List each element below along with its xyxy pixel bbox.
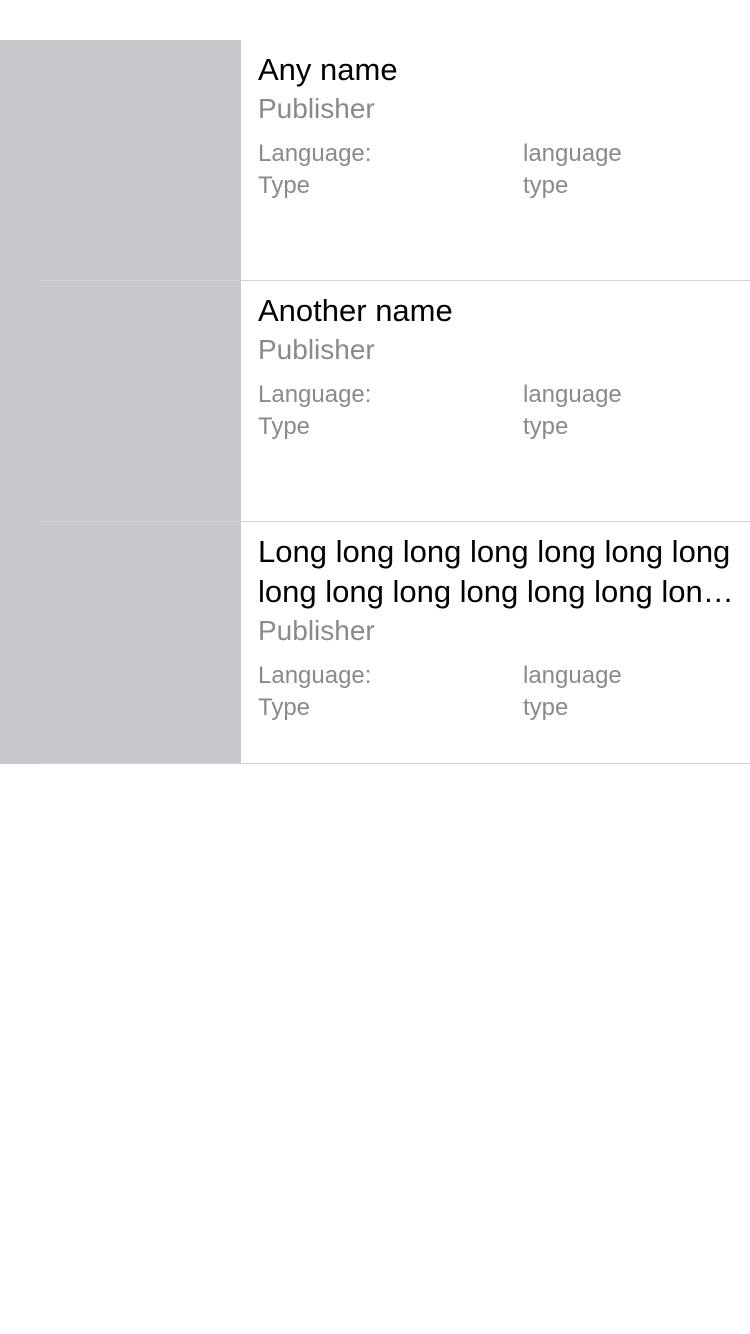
- book-info: Any name Publisher Language: language Ty…: [258, 50, 742, 202]
- type-value: type: [523, 172, 569, 199]
- book-cover-placeholder: [0, 40, 241, 281]
- book-details: Language: language Type type: [258, 138, 742, 202]
- language-label: Language:: [258, 381, 372, 408]
- book-details: Language: language Type type: [258, 379, 742, 443]
- book-row[interactable]: Any name Publisher Language: language Ty…: [0, 40, 750, 281]
- book-publisher: Publisher: [258, 334, 375, 365]
- language-value: language: [523, 662, 622, 689]
- type-label: Type: [258, 694, 311, 721]
- language-value: language: [523, 381, 622, 408]
- type-value: type: [523, 694, 569, 721]
- book-title: Another name: [258, 293, 453, 328]
- book-cover-placeholder: [0, 281, 241, 522]
- book-info: Long long long long long long long long …: [258, 532, 742, 724]
- book-publisher: Publisher: [258, 93, 375, 124]
- book-details: Language: language Type type: [258, 660, 742, 724]
- language-label: Language:: [258, 662, 372, 689]
- type-label: Type: [258, 413, 311, 440]
- book-title: Long long long long long long long long …: [258, 534, 731, 609]
- book-list: Any name Publisher Language: language Ty…: [0, 40, 750, 764]
- book-row[interactable]: Another name Publisher Language: languag…: [0, 281, 750, 522]
- book-info: Another name Publisher Language: languag…: [258, 291, 742, 443]
- language-label: Language:: [258, 140, 372, 167]
- type-value: type: [523, 413, 569, 440]
- book-row[interactable]: Long long long long long long long long …: [0, 522, 750, 764]
- book-title: Any name: [258, 52, 398, 87]
- book-publisher: Publisher: [258, 615, 375, 646]
- language-value: language: [523, 140, 622, 167]
- row-separator: [40, 763, 750, 764]
- book-cover-placeholder: [0, 522, 241, 764]
- type-label: Type: [258, 172, 311, 199]
